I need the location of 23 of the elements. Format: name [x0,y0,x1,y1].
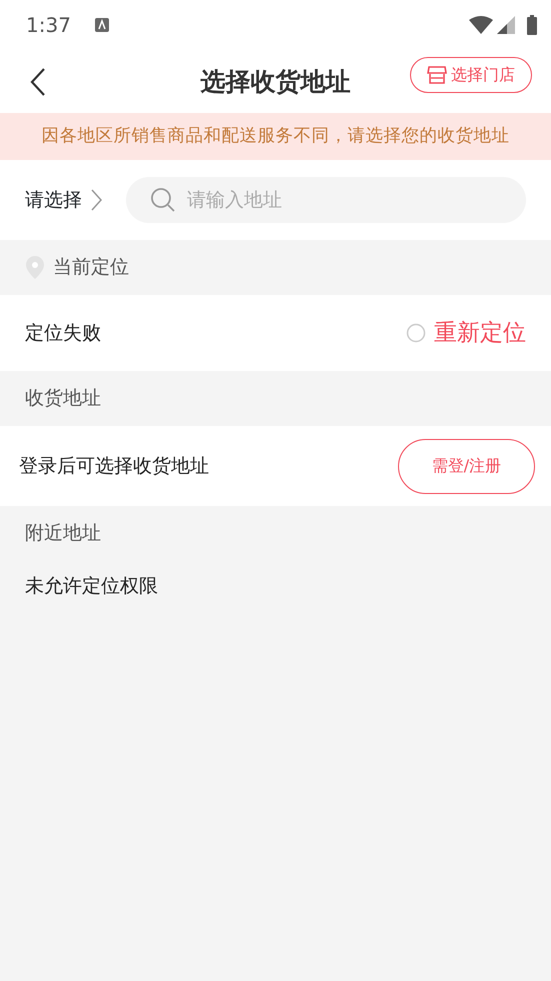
notification-icon [94,18,109,32]
chevron-right-icon [90,188,102,212]
section-heading: 收货地址 [25,386,101,412]
permission-message: 未允许定位权限 [25,574,158,599]
section-heading: 附近地址 [25,521,101,546]
loading-icon [406,323,426,343]
battery-icon [527,15,537,35]
status-time: 1:37 [26,12,71,39]
signal-icon [497,16,515,34]
region-selector[interactable]: 请选择 [25,186,102,214]
login-button[interactable]: 需登/注册 [398,438,535,494]
section-heading: 当前定位 [53,255,129,280]
relocate-button[interactable]: 重新定位 [406,316,526,350]
store-icon [427,66,447,84]
notice-text: 因各地区所销售商品和配送服务不同，请选择您的收货地址 [42,125,510,148]
page-title: 选择收货地址 [200,66,350,98]
login-hint: 登录后可选择收货地址 [19,454,210,479]
search-field[interactable]: 请输入地址 [126,177,526,223]
store-button[interactable]: 选择门店 [410,57,532,93]
location-pin-icon [25,256,45,280]
back-icon[interactable] [30,68,46,96]
wifi-icon [469,16,493,34]
location-status: 定位失败 [25,320,102,346]
